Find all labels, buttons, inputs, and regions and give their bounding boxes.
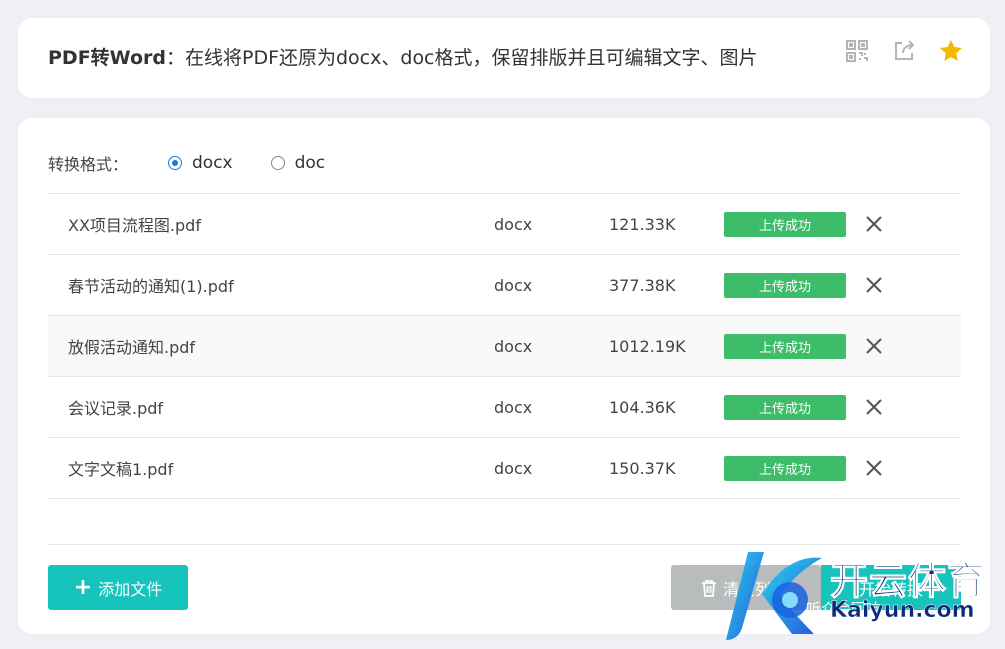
file-row: 文字文稿1.pdf docx 150.37K 上传成功 xyxy=(48,438,961,499)
qrcode-icon[interactable] xyxy=(844,38,870,64)
format-option-label: docx xyxy=(192,153,233,173)
file-row: 春节活动的通知(1).pdf docx 377.38K 上传成功 xyxy=(48,255,961,316)
file-size: 121.33K xyxy=(609,214,676,234)
add-file-button[interactable]: + 添加文件 xyxy=(48,565,188,610)
remove-file-button[interactable] xyxy=(863,396,885,418)
add-file-label: 添加文件 xyxy=(98,579,163,599)
remove-file-button[interactable] xyxy=(863,213,885,235)
clear-list-button[interactable]: 清空列表 xyxy=(671,565,821,610)
file-name: 文字文稿1.pdf xyxy=(68,460,174,479)
file-size: 104.36K xyxy=(609,397,676,417)
close-icon xyxy=(866,399,882,415)
file-size: 1012.19K xyxy=(609,336,686,356)
close-icon xyxy=(866,460,882,476)
file-format: docx xyxy=(494,336,533,356)
footer-divider xyxy=(48,544,961,545)
upload-status-badge: 上传成功 xyxy=(724,334,846,359)
remove-file-button[interactable] xyxy=(863,335,885,357)
converter-panel: 转换格式： docx doc XX项目流程图.pdf docx 121.33K … xyxy=(18,118,990,634)
upload-status-badge: 上传成功 xyxy=(724,456,846,481)
format-label: 转换格式： xyxy=(48,155,129,174)
format-option-docx[interactable]: docx xyxy=(168,153,233,173)
star-icon[interactable] xyxy=(938,38,964,64)
title-description: ：在线将PDF还原为docx、doc格式，保留排版并且可编辑文字、图片 xyxy=(165,47,758,69)
upload-status-badge: 上传成功 xyxy=(724,395,846,420)
share-icon[interactable] xyxy=(891,38,917,64)
format-selector: 转换格式： docx doc xyxy=(48,152,363,174)
file-row: 会议记录.pdf docx 104.36K 上传成功 xyxy=(48,377,961,438)
file-name: 春节活动的通知(1).pdf xyxy=(68,277,234,296)
format-option-label: doc xyxy=(294,153,326,173)
title-strong: PDF转Word xyxy=(48,47,166,69)
file-format: docx xyxy=(494,458,533,478)
page-title: PDF转Word：在线将PDF还原为docx、doc格式，保留排版并且可编辑文字… xyxy=(48,46,758,70)
file-format: docx xyxy=(494,214,533,234)
file-format: docx xyxy=(494,397,533,417)
format-option-doc[interactable]: doc xyxy=(270,153,326,173)
start-convert-button[interactable]: 开始转换 xyxy=(821,565,961,610)
radio-selected-icon[interactable] xyxy=(168,156,182,170)
start-convert-label: 开始转换 xyxy=(858,579,923,599)
file-size: 377.38K xyxy=(609,275,676,295)
close-icon xyxy=(866,216,882,232)
file-row: 放假活动通知.pdf docx 1012.19K 上传成功 xyxy=(48,316,961,377)
plus-icon: + xyxy=(73,574,93,600)
file-format: docx xyxy=(494,275,533,295)
upload-status-badge: 上传成功 xyxy=(724,212,846,237)
header-card: PDF转Word：在线将PDF还原为docx、doc格式，保留排版并且可编辑文字… xyxy=(18,18,990,98)
radio-unselected-icon[interactable] xyxy=(270,156,285,170)
remove-file-button[interactable] xyxy=(863,274,885,296)
file-list: XX项目流程图.pdf docx 121.33K 上传成功 春节活动的通知(1)… xyxy=(48,193,961,499)
header-icons xyxy=(823,38,964,64)
file-size: 150.37K xyxy=(609,458,676,478)
file-row: XX项目流程图.pdf docx 121.33K 上传成功 xyxy=(48,194,961,255)
file-name: 会议记录.pdf xyxy=(68,399,164,418)
file-name: XX项目流程图.pdf xyxy=(68,216,201,235)
close-icon xyxy=(866,277,882,293)
clear-list-label: 清空列表 xyxy=(723,579,788,599)
file-name: 放假活动通知.pdf xyxy=(68,338,196,357)
remove-file-button[interactable] xyxy=(863,457,885,479)
trash-icon xyxy=(702,579,716,597)
upload-status-badge: 上传成功 xyxy=(724,273,846,298)
close-icon xyxy=(866,338,882,354)
